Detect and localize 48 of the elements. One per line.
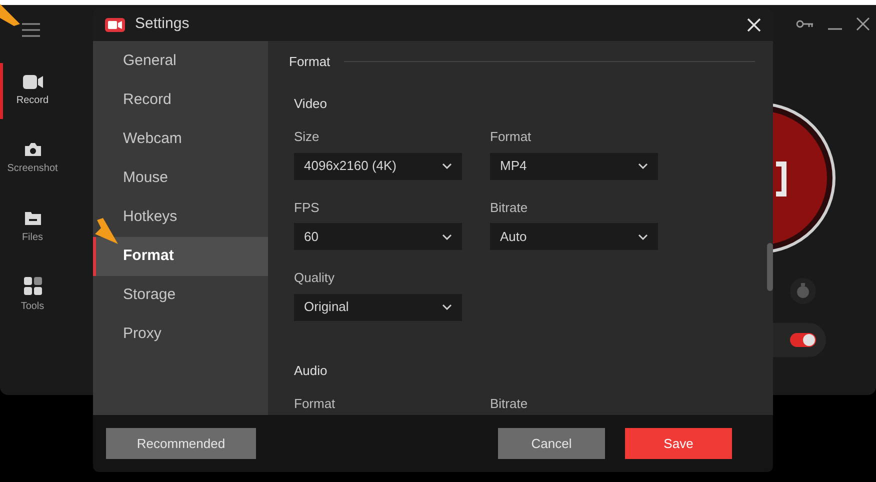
group-title: Audio [294, 362, 328, 380]
sidebar-item[interactable]: Format [93, 237, 268, 276]
chevron-down-icon [442, 163, 452, 169]
sidebar-item[interactable]: Hotkeys [93, 198, 268, 237]
scrollbar-thumb[interactable] [767, 243, 773, 291]
video-camera-icon [22, 74, 42, 88]
rail-tab[interactable]: Files [0, 199, 62, 255]
key-icon[interactable] [796, 19, 814, 29]
action-button[interactable]: Cancel [498, 428, 605, 459]
close-icon[interactable] [856, 17, 870, 31]
pointer-arrow-icon [95, 218, 119, 246]
sidebar-item[interactable]: Storage [93, 276, 268, 315]
rail-tab[interactable]: Tools [0, 267, 62, 323]
sidebar-item[interactable]: Mouse [93, 159, 268, 198]
dropdown[interactable]: MP4 [490, 152, 658, 180]
pointer-arrow-icon [0, 4, 22, 26]
sidebar-item[interactable]: General [93, 42, 268, 81]
sidebar-item[interactable]: Proxy [93, 315, 268, 354]
field-label: Bitrate [490, 198, 529, 216]
camera-icon [24, 142, 42, 157]
dropdown[interactable]: 4096x2160 (4K) [294, 152, 462, 180]
chevron-down-icon [638, 234, 648, 240]
action-button[interactable]: Recommended [106, 428, 256, 459]
rail-tab[interactable]: Screenshot [0, 131, 62, 187]
folder-icon [24, 210, 42, 226]
menu-icon[interactable] [22, 23, 40, 37]
field-label: Size [294, 128, 320, 146]
sidebar-item[interactable]: Webcam [93, 120, 268, 159]
field-label: FPS [294, 198, 320, 216]
grid-icon [24, 276, 42, 294]
field-label: Bitrate [490, 395, 529, 413]
group-title: Video [294, 94, 328, 112]
camera-logo-icon [105, 18, 125, 32]
toggle-switch[interactable] [790, 333, 816, 347]
dropdown[interactable]: 60 [294, 223, 462, 250]
field-label: Quality [294, 269, 336, 287]
section-title: Format [289, 53, 330, 71]
window-title: Settings [135, 14, 190, 34]
chevron-down-icon [442, 304, 452, 310]
chevron-down-icon [442, 234, 452, 240]
field-label: Format [490, 128, 532, 146]
sidebar-item[interactable]: Record [93, 81, 268, 120]
rail-tab[interactable]: Record [0, 63, 62, 119]
save-button[interactable]: Save [625, 428, 732, 459]
dropdown[interactable]: Original [294, 294, 462, 320]
chevron-down-icon [638, 163, 648, 169]
dropdown[interactable]: Auto [490, 223, 658, 250]
field-label: Format [294, 395, 336, 413]
